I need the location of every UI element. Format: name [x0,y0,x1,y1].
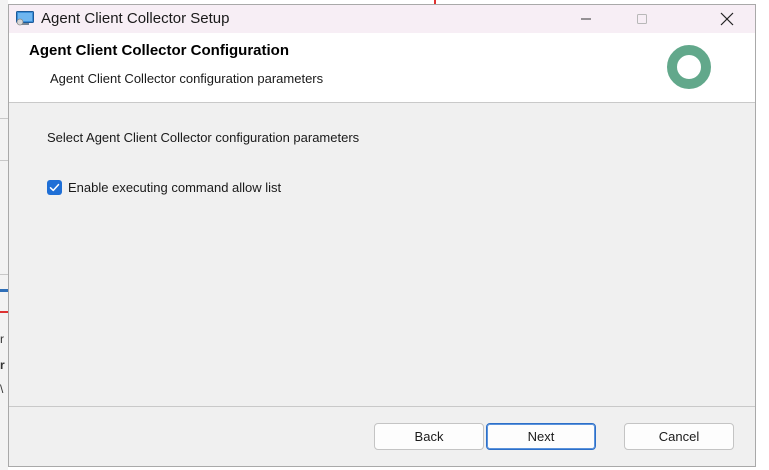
title-bar[interactable]: Agent Client Collector Setup [9,5,755,33]
background-text-fragment: \ [0,382,4,396]
allow-list-option[interactable]: Enable executing command allow list [47,180,281,195]
window-title: Agent Client Collector Setup [41,10,230,27]
background-divider [0,118,8,119]
maximize-button[interactable] [619,5,665,33]
installer-app-icon [16,11,34,26]
background-text-fragment: r [0,358,5,372]
back-button[interactable]: Back [374,423,484,450]
wizard-header: Agent Client Collector Configuration Age… [9,33,755,103]
maximize-icon [637,14,647,24]
background-text-fragment: r [0,332,4,346]
setup-dialog: Agent Client Collector Setup Agent Clien… [8,4,756,467]
minimize-icon [581,18,591,20]
background-accent-bar [0,311,8,313]
instruction-text: Select Agent Client Collector configurat… [47,130,360,145]
background-divider [0,274,8,275]
ring-logo-icon [667,45,711,89]
checkmark-icon [49,183,60,192]
close-button[interactable] [704,5,750,33]
background-window-edge: r r \ [0,0,8,470]
footer-divider [9,406,755,407]
background-divider [0,160,8,161]
allow-list-checkbox[interactable] [47,180,62,195]
page-title: Agent Client Collector Configuration [29,42,289,59]
allow-list-label[interactable]: Enable executing command allow list [68,180,281,195]
cancel-button[interactable]: Cancel [624,423,734,450]
close-icon [720,12,734,26]
page-subtitle: Agent Client Collector configuration par… [50,71,324,86]
minimize-button[interactable] [563,5,609,33]
next-button[interactable]: Next [486,423,596,450]
background-accent-bar [0,289,8,292]
